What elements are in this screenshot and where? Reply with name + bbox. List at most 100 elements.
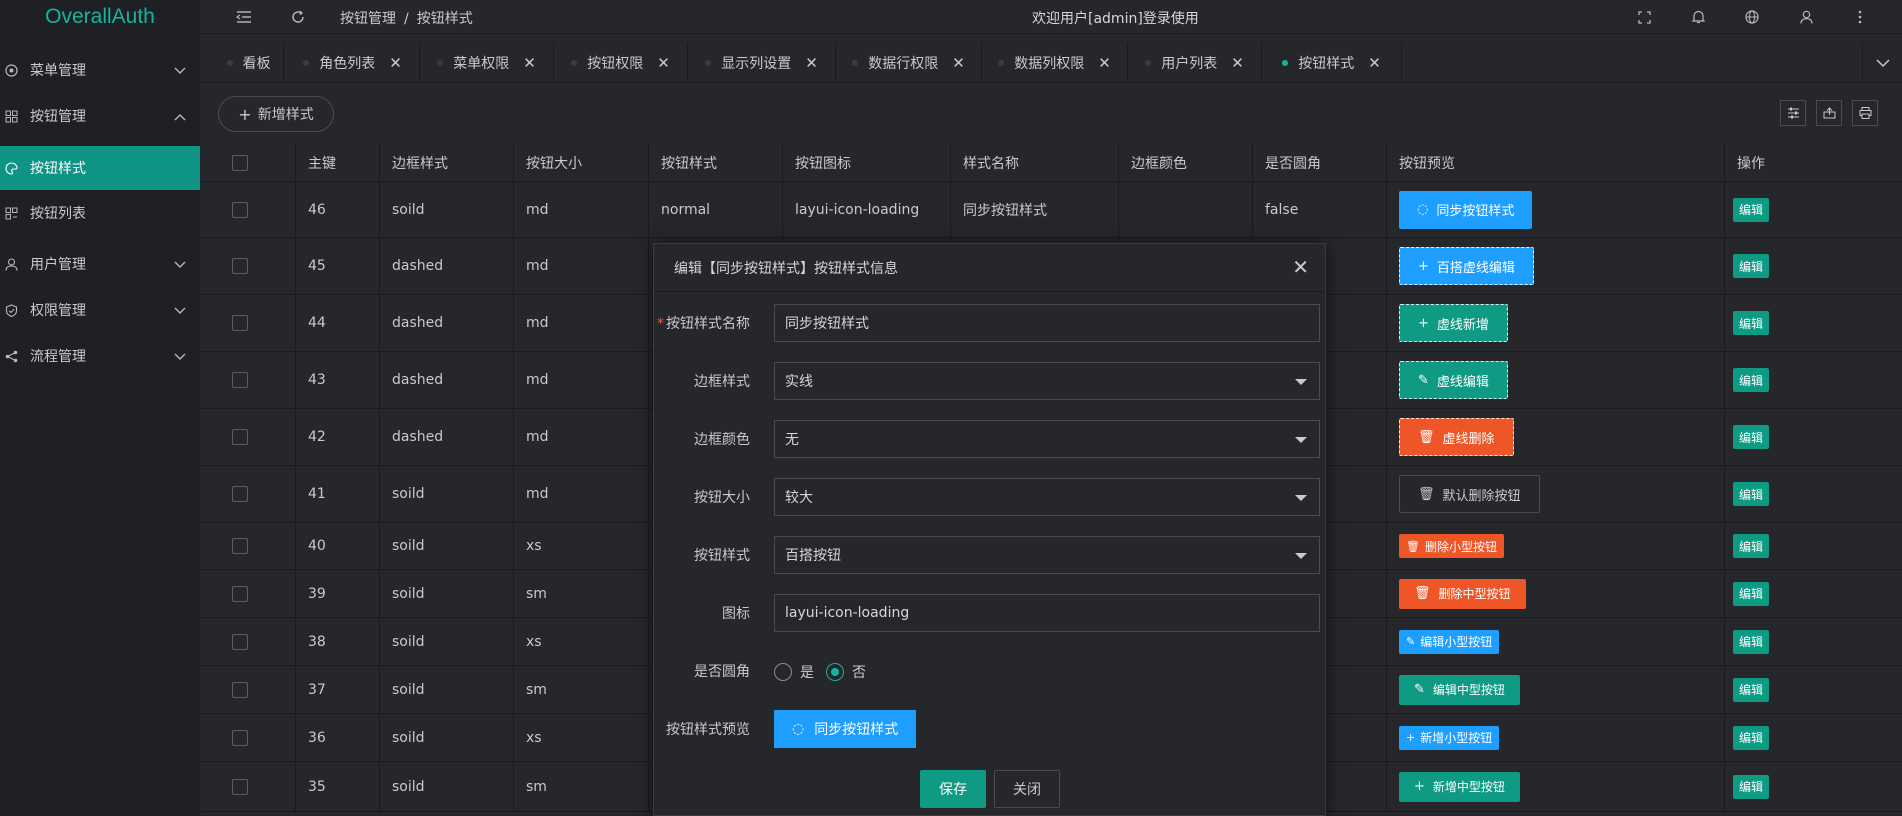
row-checkbox[interactable]: [232, 486, 248, 502]
edit-button[interactable]: 编辑: [1733, 425, 1770, 449]
close-icon[interactable]: ✕: [805, 54, 818, 72]
more-vertical-icon[interactable]: [1850, 7, 1870, 27]
row-checkbox[interactable]: [232, 681, 248, 698]
sidebar-item-permission-management[interactable]: 权限管理: [0, 290, 200, 330]
tab-row-permission[interactable]: 数据行权限 ✕: [836, 43, 982, 83]
sidebar-item-user-management[interactable]: 用户管理: [0, 244, 200, 284]
close-icon[interactable]: ✕: [523, 54, 536, 72]
tab-button-style[interactable]: 按钮样式 ✕: [1262, 43, 1402, 83]
column-header[interactable]: 是否圆角: [1253, 144, 1387, 181]
pencil-icon: ✎: [1414, 682, 1425, 697]
sidebar-item-button-management[interactable]: 按钮管理: [0, 96, 200, 136]
preview-button[interactable]: + 虚线新增: [1399, 304, 1508, 342]
fullscreen-icon[interactable]: [1634, 7, 1654, 27]
edit-button[interactable]: 编辑: [1733, 725, 1770, 750]
column-header[interactable]: 操作: [1725, 144, 1902, 181]
tab-column-display-settings[interactable]: 显示列设置 ✕: [688, 43, 836, 83]
preview-button[interactable]: 🗑 删除中型按钮: [1399, 578, 1526, 609]
preview-button[interactable]: + 新增小型按钮: [1399, 725, 1500, 750]
round-no-radio[interactable]: [826, 663, 844, 681]
column-header[interactable]: 边框颜色: [1119, 144, 1253, 181]
round-yes-radio[interactable]: [774, 663, 792, 681]
close-icon[interactable]: ✕: [1231, 54, 1244, 72]
preview-button[interactable]: 🗑 虚线删除: [1399, 418, 1514, 456]
preview-button[interactable]: 🗑 删除小型按钮: [1399, 534, 1504, 558]
row-checkbox[interactable]: [232, 258, 248, 274]
row-checkbox[interactable]: [232, 315, 248, 331]
column-header[interactable]: 按钮大小: [514, 144, 649, 181]
button-size-select[interactable]: 较大: [774, 478, 1320, 516]
tab-role-list[interactable]: 角色列表 ✕: [286, 43, 420, 83]
column-header[interactable]: 按钮图标: [783, 144, 951, 181]
close-button[interactable]: 关闭: [994, 770, 1060, 808]
column-header[interactable]: 边框样式: [380, 144, 514, 181]
tab-bar: 看板 角色列表 ✕ 菜单权限 ✕ 按钮权限 ✕ 显示列设置 ✕ 数据行权限 ✕ 数据列权限…: [200, 43, 1902, 83]
edit-button[interactable]: 编辑: [1733, 368, 1770, 392]
tab-dashboard[interactable]: 看板: [214, 43, 284, 83]
border-color-select[interactable]: 无: [774, 420, 1320, 458]
print-icon[interactable]: [1852, 100, 1878, 126]
sidebar-item-button-style[interactable]: 按钮样式: [0, 146, 200, 190]
edit-button[interactable]: 编辑: [1733, 197, 1770, 222]
sidebar-item-menu-management[interactable]: 菜单管理: [0, 50, 200, 90]
edit-button[interactable]: 编辑: [1733, 677, 1770, 702]
column-header[interactable]: 按钮预览: [1387, 144, 1725, 181]
refresh-icon[interactable]: [288, 7, 308, 27]
preview-button[interactable]: ✎ 编辑小型按钮: [1399, 629, 1500, 654]
row-checkbox[interactable]: [232, 372, 248, 388]
row-checkbox[interactable]: [232, 729, 248, 746]
row-checkbox[interactable]: [232, 778, 248, 795]
preview-button[interactable]: ◌ 同步按钮样式: [1399, 190, 1533, 229]
sidebar-item-button-list[interactable]: 按钮列表: [0, 193, 200, 233]
tab-user-list[interactable]: 用户列表 ✕: [1128, 43, 1262, 83]
add-style-button[interactable]: + 新增样式: [218, 96, 334, 132]
edit-button[interactable]: 编辑: [1733, 581, 1770, 606]
row-checkbox[interactable]: [232, 201, 248, 218]
edit-button[interactable]: 编辑: [1733, 629, 1770, 654]
select-all-checkbox[interactable]: [232, 154, 248, 171]
style-name-input[interactable]: 同步按钮样式: [774, 304, 1320, 342]
save-button[interactable]: 保存: [920, 770, 986, 808]
preview-button[interactable]: 🗑 默认删除按钮: [1399, 475, 1540, 513]
edit-button[interactable]: 编辑: [1733, 482, 1770, 506]
loading-icon: ◌: [1417, 202, 1429, 217]
bell-icon[interactable]: [1688, 7, 1708, 27]
tab-dot-active: [1282, 60, 1289, 66]
preview-button[interactable]: + 新增中型按钮: [1399, 771, 1520, 802]
close-icon[interactable]: ✕: [389, 54, 402, 72]
sidebar-item-workflow-management[interactable]: 流程管理: [0, 336, 200, 376]
column-header[interactable]: 主键: [296, 144, 380, 181]
tab-menu-chevron-icon[interactable]: [1862, 43, 1902, 83]
preview-button[interactable]: ✎ 编辑中型按钮: [1399, 674, 1520, 705]
edit-button[interactable]: 编辑: [1733, 774, 1770, 799]
close-icon[interactable]: ✕: [1292, 257, 1309, 277]
border-style-select[interactable]: 实线: [774, 362, 1320, 400]
row-checkbox[interactable]: [232, 429, 248, 445]
row-checkbox[interactable]: [232, 585, 248, 602]
column-header[interactable]: 按钮样式: [649, 144, 783, 181]
column-filter-icon[interactable]: [1780, 100, 1806, 126]
collapse-sidebar-icon[interactable]: [234, 7, 254, 27]
preview-button[interactable]: ✎ 虚线编辑: [1399, 361, 1508, 399]
user-icon[interactable]: [1796, 7, 1816, 27]
breadcrumb-item[interactable]: 按钮管理: [340, 11, 396, 27]
tab-menu-permission[interactable]: 菜单权限 ✕: [420, 43, 554, 83]
globe-icon[interactable]: [1742, 7, 1762, 27]
close-icon[interactable]: ✕: [1098, 54, 1111, 72]
edit-button[interactable]: 编辑: [1733, 534, 1770, 558]
export-icon[interactable]: [1816, 100, 1842, 126]
close-icon[interactable]: ✕: [952, 54, 965, 72]
button-style-select[interactable]: 百搭按钮: [774, 536, 1320, 574]
tab-column-permission[interactable]: 数据列权限 ✕: [982, 43, 1128, 83]
tab-button-permission[interactable]: 按钮权限 ✕: [554, 43, 688, 83]
edit-button[interactable]: 编辑: [1733, 311, 1770, 335]
preview-button[interactable]: + 百搭虚线编辑: [1399, 247, 1534, 285]
close-icon[interactable]: ✕: [657, 54, 670, 72]
style-preview-button[interactable]: ◌ 同步按钮样式: [774, 710, 917, 748]
row-checkbox[interactable]: [232, 538, 248, 554]
close-icon[interactable]: ✕: [1368, 54, 1381, 72]
icon-input[interactable]: layui-icon-loading: [774, 594, 1320, 632]
column-header[interactable]: 样式名称: [951, 144, 1119, 181]
row-checkbox[interactable]: [232, 633, 248, 650]
edit-button[interactable]: 编辑: [1733, 254, 1770, 278]
